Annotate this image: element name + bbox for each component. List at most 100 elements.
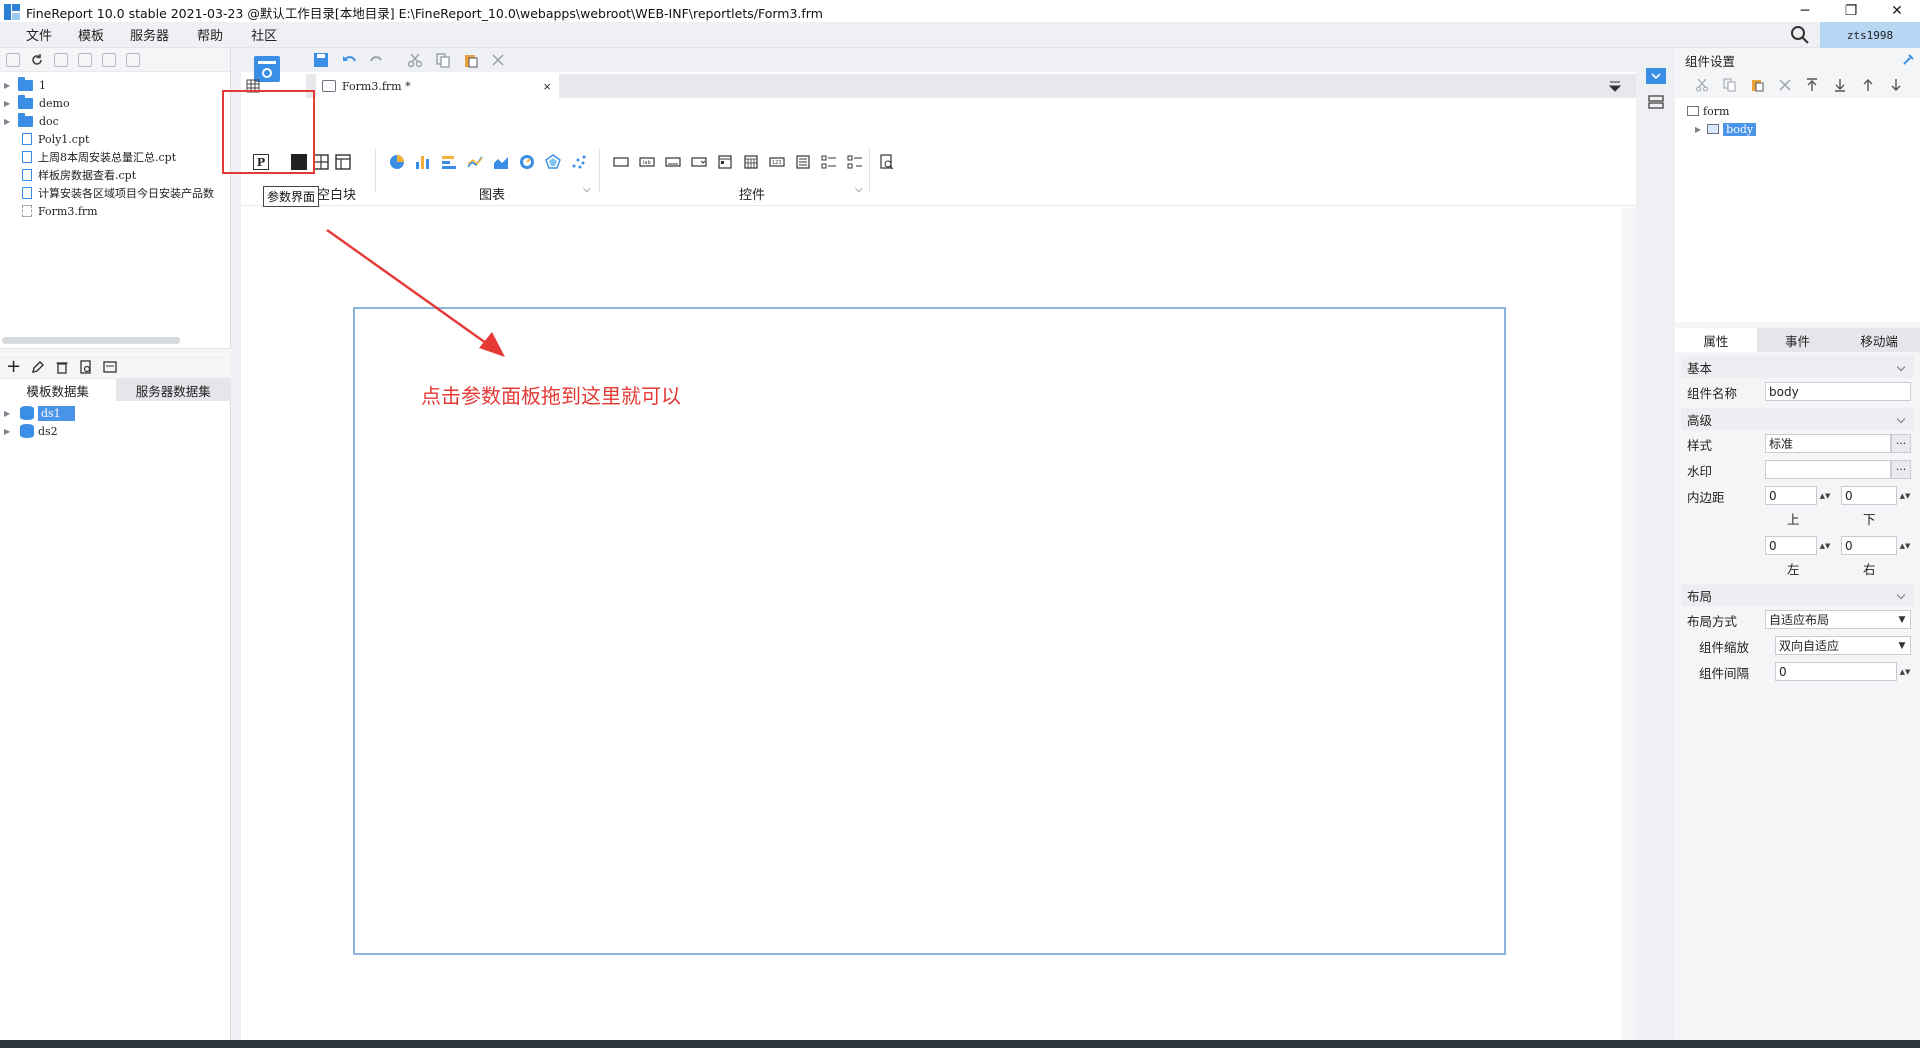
padding-right-stepper[interactable]: ▲▼ xyxy=(1899,536,1911,555)
search-widget-icon[interactable] xyxy=(879,154,895,170)
close-button[interactable]: ✕ xyxy=(1874,0,1920,22)
move-down-icon[interactable] xyxy=(1889,78,1903,92)
radar-chart-icon[interactable] xyxy=(545,154,561,170)
cut-icon[interactable] xyxy=(1695,78,1709,92)
chevron-down-icon[interactable]: ▼ xyxy=(1893,610,1911,629)
calendar-widget-icon[interactable] xyxy=(743,154,759,170)
chart-group-expand-icon[interactable]: ⌵ xyxy=(583,184,591,195)
control-group-expand-icon[interactable]: ⌵ xyxy=(855,184,863,195)
tab-properties[interactable]: 属性 xyxy=(1675,328,1757,352)
clear-icon[interactable] xyxy=(491,53,505,67)
area-chart-icon[interactable] xyxy=(493,154,509,170)
menu-file[interactable]: 文件 xyxy=(26,25,52,44)
tree-item-file[interactable]: Poly1.cpt xyxy=(0,130,230,148)
cut-icon[interactable] xyxy=(407,52,423,68)
expand-arrow-icon[interactable]: ▶ xyxy=(4,81,12,90)
move-up-icon[interactable] xyxy=(1861,78,1875,92)
user-account[interactable]: zts1998 xyxy=(1820,22,1920,48)
tree-node-body[interactable]: ▶ body xyxy=(1675,120,1920,138)
move-to-bottom-icon[interactable] xyxy=(1833,78,1847,92)
collapse-strip[interactable] xyxy=(231,48,241,1040)
tree-item-file[interactable]: 样板房数据查看.cpt xyxy=(0,166,230,184)
restore-button[interactable]: ❐ xyxy=(1828,0,1874,22)
padding-right-input[interactable]: 0 xyxy=(1841,536,1897,555)
watermark-input[interactable] xyxy=(1765,460,1891,479)
padding-top-input[interactable]: 0 xyxy=(1765,486,1817,505)
paste-icon[interactable] xyxy=(463,52,479,68)
tab-layout-icon[interactable] xyxy=(335,154,351,170)
lock-icon[interactable] xyxy=(78,52,92,67)
chevron-down-icon[interactable]: ▼ xyxy=(1893,636,1911,655)
tab-mobile[interactable]: 移动端 xyxy=(1838,328,1920,352)
expand-arrow-icon[interactable]: ▶ xyxy=(4,427,12,436)
date-widget-icon[interactable] xyxy=(717,154,733,170)
tree-item-folder[interactable]: ▶ doc xyxy=(0,112,230,130)
menu-community[interactable]: 社区 xyxy=(251,25,277,44)
tree-item-file[interactable]: Form3.frm xyxy=(0,202,230,220)
tree-item-file[interactable]: 计算安装各区域项目今日安装产品数 xyxy=(0,184,230,202)
style-input[interactable]: 标准 xyxy=(1765,434,1891,453)
delete-icon[interactable] xyxy=(1779,79,1791,91)
tree-node-form[interactable]: form xyxy=(1675,102,1920,120)
expand-arrow-icon[interactable]: ▶ xyxy=(4,409,12,418)
tree-item-folder[interactable]: ▶ demo xyxy=(0,94,230,112)
padding-left-stepper[interactable]: ▲▼ xyxy=(1819,536,1831,555)
preview-icon[interactable] xyxy=(79,359,93,374)
number-widget-icon[interactable]: 123 xyxy=(769,154,785,170)
padding-top-stepper[interactable]: ▲▼ xyxy=(1819,486,1831,505)
open-icon[interactable] xyxy=(54,52,68,67)
move-to-top-icon[interactable] xyxy=(1805,78,1819,92)
button-widget-icon[interactable]: lab xyxy=(639,154,655,170)
text-field-widget-icon[interactable] xyxy=(665,154,681,170)
vertical-scrollbar[interactable] xyxy=(1622,208,1636,1048)
expand-arrow-icon[interactable]: ▶ xyxy=(1695,125,1701,134)
component-gap-stepper[interactable]: ▲▼ xyxy=(1899,662,1911,681)
paste-icon[interactable] xyxy=(1751,78,1765,92)
expand-arrow-icon[interactable]: ▶ xyxy=(4,99,12,108)
menu-template[interactable]: 模板 xyxy=(78,25,104,44)
list-widget-icon[interactable] xyxy=(795,154,811,170)
padding-bottom-input[interactable]: 0 xyxy=(1841,486,1897,505)
new-folder-icon[interactable] xyxy=(6,52,20,67)
redo-icon[interactable] xyxy=(369,52,385,68)
component-settings-icon[interactable] xyxy=(1646,68,1666,84)
column-chart-icon[interactable] xyxy=(415,154,431,170)
layout-mode-select[interactable]: 自适应布局 xyxy=(1765,610,1911,629)
refresh-icon[interactable] xyxy=(30,53,44,67)
search-icon[interactable] xyxy=(1790,25,1810,45)
section-advanced[interactable]: 高级 xyxy=(1681,408,1914,430)
tree-item-folder[interactable]: ▶ 1 xyxy=(0,76,230,94)
component-name-input[interactable]: body xyxy=(1765,382,1911,401)
tree-widget-icon[interactable] xyxy=(847,154,863,170)
tab-events[interactable]: 事件 xyxy=(1756,328,1839,352)
padding-left-input[interactable]: 0 xyxy=(1765,536,1817,555)
expand-arrow-icon[interactable]: ▶ xyxy=(4,117,12,126)
dropdown-widget-icon[interactable] xyxy=(691,154,707,170)
add-dataset-button[interactable]: + xyxy=(6,357,21,376)
dataset-item[interactable]: ▶ ds1 xyxy=(0,404,231,422)
copy-icon[interactable] xyxy=(126,52,140,67)
pie-chart-icon[interactable] xyxy=(389,154,405,170)
scatter-chart-icon[interactable] xyxy=(571,154,587,170)
copy-icon[interactable] xyxy=(435,52,451,68)
component-gap-input[interactable]: 0 xyxy=(1775,662,1897,681)
sql-icon[interactable] xyxy=(103,360,117,374)
trash-icon[interactable] xyxy=(55,360,69,374)
panel-divider[interactable] xyxy=(0,348,231,354)
gauge-chart-icon[interactable] xyxy=(519,154,535,170)
menu-server[interactable]: 服务器 xyxy=(130,25,169,44)
tab-list-icon[interactable] xyxy=(1608,79,1622,93)
style-edit-button[interactable]: ··· xyxy=(1891,434,1911,453)
delete-icon[interactable] xyxy=(102,52,116,67)
line-chart-icon[interactable] xyxy=(467,154,483,170)
tab-server-dataset[interactable]: 服务器数据集 xyxy=(115,379,231,401)
layers-icon[interactable] xyxy=(1648,94,1664,110)
minimize-button[interactable]: ─ xyxy=(1782,0,1828,22)
tab-template-dataset[interactable]: 模板数据集 xyxy=(0,379,116,401)
dataset-item[interactable]: ▶ ds2 xyxy=(0,422,231,440)
edit-icon[interactable] xyxy=(31,360,45,374)
save-icon[interactable] xyxy=(313,52,329,68)
close-tab-button[interactable]: × xyxy=(543,79,551,94)
section-basic[interactable]: 基本 xyxy=(1681,356,1914,378)
section-layout[interactable]: 布局 xyxy=(1681,584,1914,606)
